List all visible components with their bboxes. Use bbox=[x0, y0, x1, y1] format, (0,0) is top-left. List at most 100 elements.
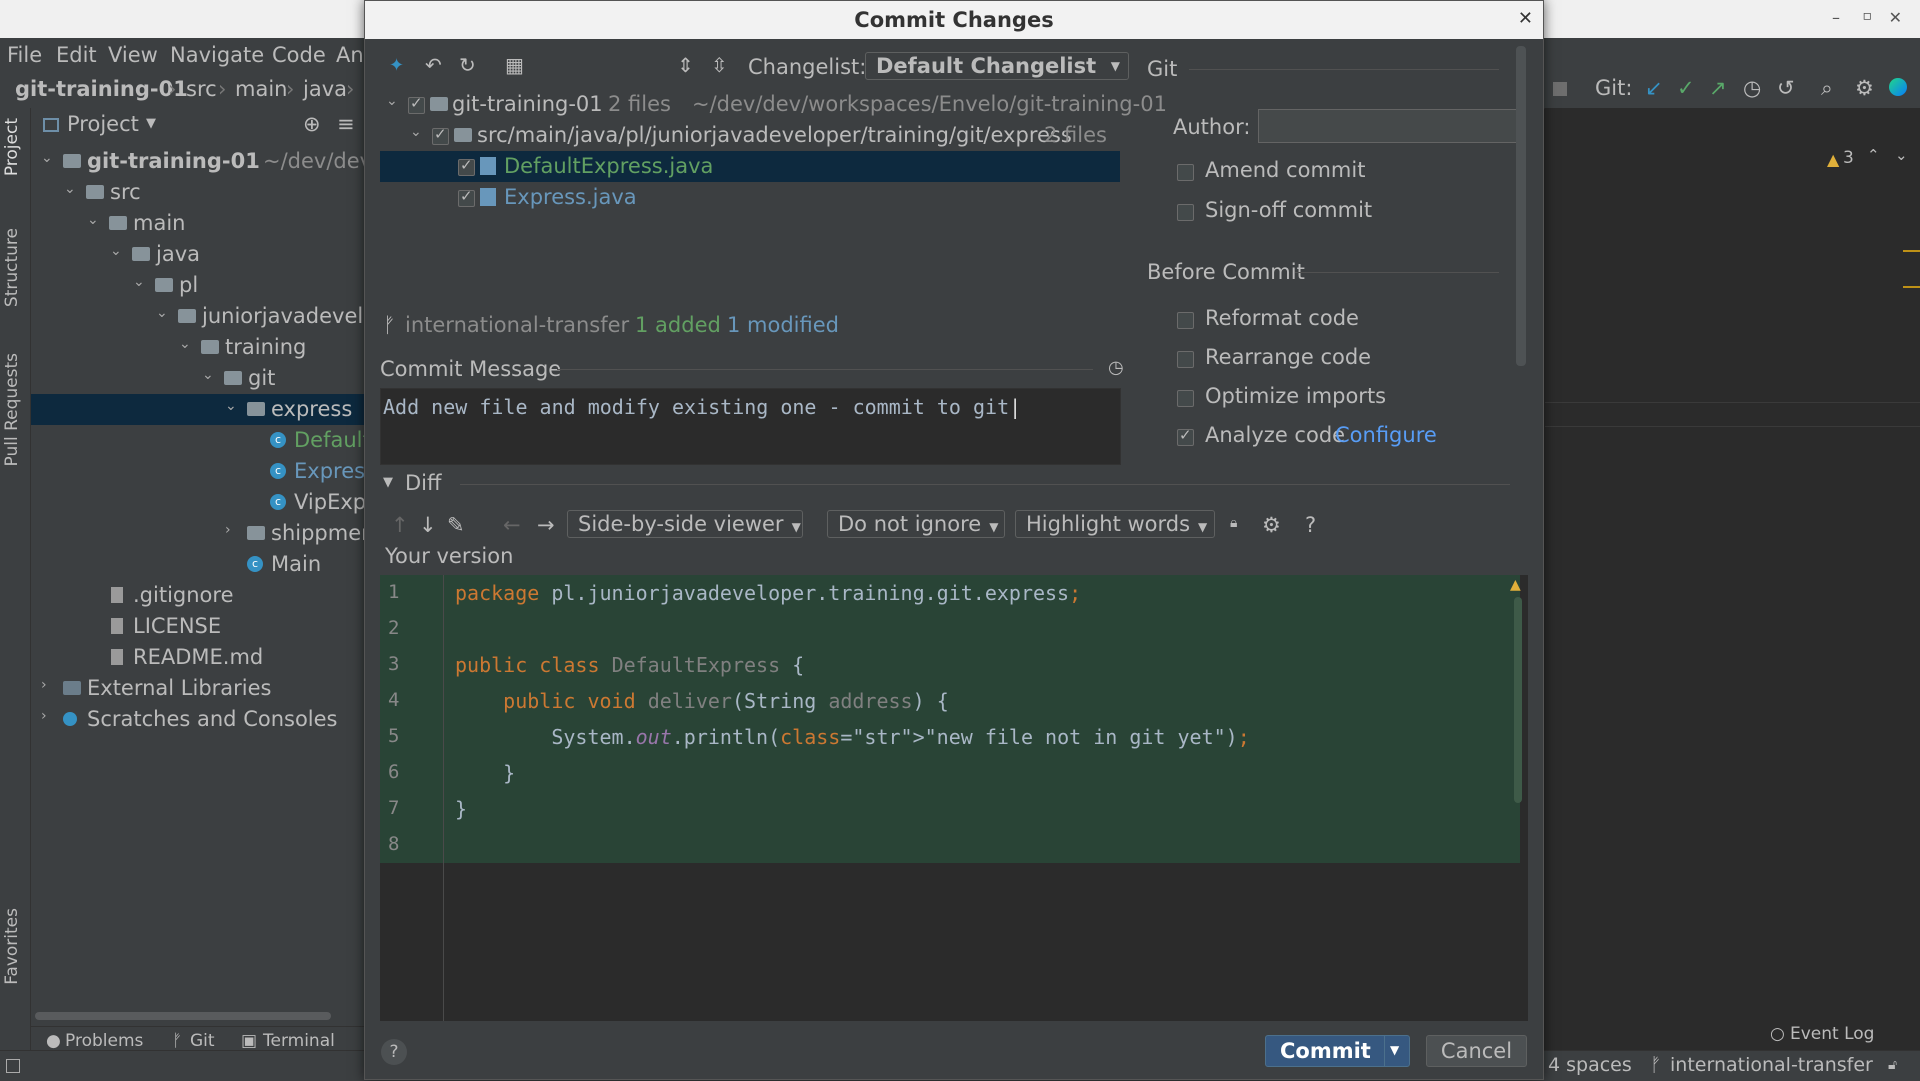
tree-item[interactable]: ⌄ training bbox=[31, 332, 366, 363]
chevron-down-icon[interactable]: ⌄ bbox=[156, 305, 168, 321]
tree-item[interactable]: › shippmen bbox=[31, 518, 374, 549]
help-icon[interactable]: ? bbox=[1305, 513, 1316, 537]
tree-item[interactable]: › Scratches and Consoles bbox=[31, 704, 366, 735]
arrow-left-icon[interactable]: ← bbox=[503, 513, 521, 537]
breadcrumb-item[interactable]: java bbox=[303, 77, 347, 101]
tree-item[interactable]: ⌄ git-training-01 ~/dev/dev/w bbox=[31, 146, 396, 177]
tree-item[interactable]: README.md bbox=[31, 642, 366, 673]
menu-view[interactable]: View bbox=[108, 43, 158, 67]
highlight-select[interactable]: Highlight words ▼ bbox=[1015, 510, 1215, 538]
tree-file[interactable]: Express.java bbox=[380, 182, 1120, 213]
locate-icon[interactable]: ⊕ bbox=[303, 112, 321, 136]
branch-status[interactable]: international-transfer bbox=[1670, 1054, 1873, 1076]
toolbox-icon[interactable] bbox=[1889, 78, 1907, 96]
tab-structure[interactable]: Structure bbox=[2, 228, 22, 307]
chevron-down-icon[interactable]: ⌄ bbox=[133, 274, 145, 290]
checkbox[interactable] bbox=[458, 187, 475, 207]
chevron-down-icon[interactable]: ⌄ bbox=[1895, 146, 1908, 164]
tree-file-selected[interactable]: DefaultExpress.java bbox=[380, 151, 1120, 182]
tree-item[interactable]: ⌄ juniorjavadevelop bbox=[31, 301, 389, 332]
checkbox[interactable] bbox=[1177, 164, 1194, 181]
diff-scrollbar[interactable] bbox=[1514, 597, 1522, 803]
tab-terminal[interactable]: Terminal bbox=[263, 1031, 335, 1051]
stop-icon[interactable] bbox=[1553, 82, 1567, 96]
diff-editor[interactable]: 1 package pl.juniorjavadeveloper.training… bbox=[380, 575, 1528, 1021]
breadcrumb-item[interactable]: main bbox=[235, 77, 287, 101]
chevron-right-icon[interactable]: › bbox=[41, 677, 47, 693]
breadcrumb-item[interactable]: src bbox=[186, 77, 217, 101]
menu-analyze[interactable]: An bbox=[336, 43, 364, 67]
tab-git[interactable]: Git bbox=[190, 1031, 215, 1051]
added-count[interactable]: 1 added bbox=[635, 313, 721, 337]
chevron-down-icon[interactable]: ▼ bbox=[1390, 1043, 1399, 1057]
chevron-down-icon[interactable]: ⌄ bbox=[64, 181, 76, 197]
lock-icon[interactable]: 🔓︎ bbox=[1888, 1057, 1897, 1073]
minimize-icon[interactable]: – bbox=[1832, 8, 1840, 27]
error-stripe-mark[interactable] bbox=[1903, 286, 1920, 288]
viewer-select[interactable]: Side-by-side viewer ▼ bbox=[567, 510, 803, 538]
settings-icon[interactable]: ⚙ bbox=[1855, 76, 1874, 100]
tree-item[interactable]: ⌄ pl bbox=[31, 270, 366, 301]
arrow-up-icon[interactable]: ↑ bbox=[391, 513, 409, 537]
tree-item[interactable]: c Express bbox=[31, 456, 376, 487]
indent-status[interactable]: 4 spaces bbox=[1548, 1054, 1632, 1076]
tree-item[interactable]: .gitignore bbox=[31, 580, 366, 611]
checkbox[interactable] bbox=[1177, 351, 1194, 368]
chevron-down-icon[interactable]: ⌄ bbox=[87, 212, 99, 228]
git-update-icon[interactable]: ↙ bbox=[1645, 76, 1663, 100]
warning-icon[interactable]: ▲ bbox=[1827, 150, 1839, 169]
chevron-down-icon[interactable]: ⌄ bbox=[225, 398, 237, 414]
tree-item[interactable]: ⌄ git bbox=[31, 363, 366, 394]
tree-item[interactable]: ⌄ main bbox=[31, 208, 366, 239]
horizontal-scrollbar[interactable] bbox=[35, 1012, 331, 1020]
checkbox[interactable] bbox=[1177, 204, 1194, 221]
modified-count[interactable]: 1 modified bbox=[727, 313, 839, 337]
git-push-icon[interactable]: ↗ bbox=[1709, 76, 1727, 100]
chevron-down-icon[interactable]: ▼ bbox=[146, 116, 156, 131]
settings-icon[interactable]: ⚙ bbox=[1262, 513, 1281, 537]
chevron-right-icon[interactable]: › bbox=[225, 522, 231, 538]
options-scrollbar[interactable] bbox=[1516, 46, 1526, 366]
git-commit-icon[interactable]: ✓ bbox=[1677, 76, 1695, 100]
arrow-down-icon[interactable]: ↓ bbox=[419, 513, 437, 537]
maximize-icon[interactable]: ▫ bbox=[1863, 8, 1873, 24]
checkbox[interactable] bbox=[432, 125, 449, 145]
breadcrumb-item[interactable]: git-training-01 bbox=[15, 77, 188, 101]
rollback-icon[interactable]: ↺ bbox=[1777, 76, 1795, 100]
menu-navigate[interactable]: Navigate bbox=[170, 43, 264, 67]
chevron-down-icon[interactable]: ⌄ bbox=[110, 243, 122, 259]
commit-button[interactable]: Commit ▼ bbox=[1265, 1035, 1410, 1067]
tree-item[interactable]: c VipExpr bbox=[31, 487, 375, 518]
refresh-icon[interactable]: ↻ bbox=[459, 53, 476, 77]
ignore-select[interactable]: Do not ignore ▼ bbox=[827, 510, 1005, 538]
warning-icon[interactable]: ▲ bbox=[1510, 577, 1521, 593]
menu-file[interactable]: File bbox=[7, 43, 42, 67]
chevron-down-icon[interactable]: ⌄ bbox=[386, 93, 398, 109]
history-icon[interactable]: ◷ bbox=[1108, 357, 1124, 378]
tree-item[interactable]: ⌄ java bbox=[31, 239, 366, 270]
menu-edit[interactable]: Edit bbox=[56, 43, 97, 67]
checkbox[interactable] bbox=[1177, 390, 1194, 407]
tree-item[interactable]: LICENSE bbox=[31, 611, 366, 642]
group-by-icon[interactable]: ▦ bbox=[505, 53, 524, 77]
tab-problems[interactable]: Problems bbox=[65, 1031, 143, 1051]
project-panel-title[interactable]: Project bbox=[67, 112, 139, 136]
edit-icon[interactable]: ✎ bbox=[447, 513, 465, 537]
tree-root[interactable]: ⌄ git-training-01 2 files ~/dev/dev/work… bbox=[380, 89, 1167, 120]
collapse-all-icon[interactable]: ⇳ bbox=[711, 53, 728, 77]
rollback-icon[interactable]: ↶ bbox=[425, 53, 442, 77]
show-diff-icon[interactable]: ✦ bbox=[389, 55, 404, 76]
event-log-link[interactable]: Event Log bbox=[1790, 1024, 1874, 1044]
history-icon[interactable]: ◷ bbox=[1743, 76, 1761, 100]
cancel-button[interactable]: Cancel bbox=[1426, 1035, 1527, 1067]
checkbox[interactable] bbox=[1177, 312, 1194, 329]
error-stripe-mark[interactable] bbox=[1903, 250, 1920, 252]
lock-icon[interactable]: 🔒︎ bbox=[1230, 515, 1237, 531]
chevron-down-icon[interactable]: ▼ bbox=[383, 475, 393, 490]
tab-project[interactable]: Project bbox=[2, 118, 22, 176]
chevron-right-icon[interactable]: › bbox=[41, 708, 47, 724]
tab-pull-requests[interactable]: Pull Requests bbox=[2, 353, 22, 467]
close-icon[interactable]: ✕ bbox=[1518, 1, 1533, 37]
search-icon[interactable]: ⌕ bbox=[1821, 76, 1833, 101]
checkbox[interactable] bbox=[408, 94, 425, 114]
